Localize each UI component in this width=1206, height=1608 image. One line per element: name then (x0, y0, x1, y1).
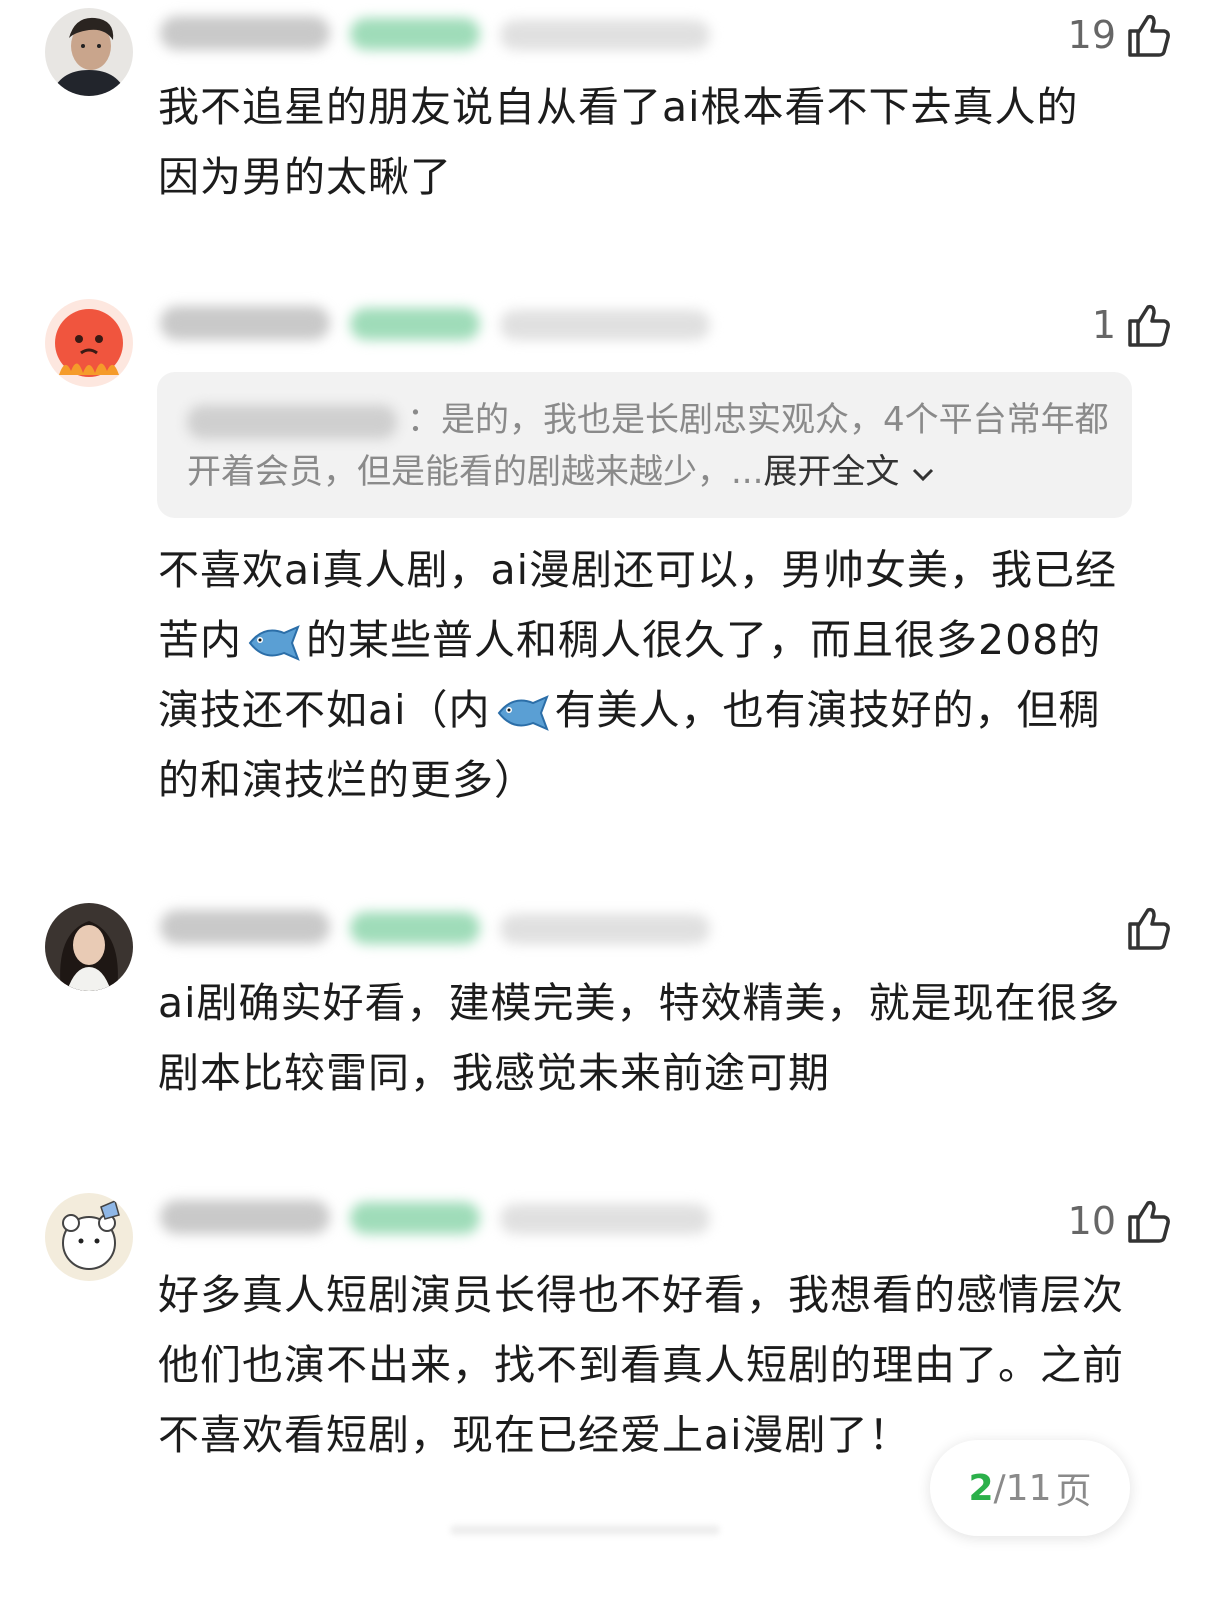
like-button[interactable]: 1 (1092, 300, 1172, 350)
avatar[interactable] (45, 903, 133, 991)
thumbs-up-icon (1128, 304, 1170, 347)
fish-emoji-icon (497, 695, 549, 731)
quoted-username (187, 404, 397, 439)
avatar[interactable] (45, 1193, 133, 1281)
comment-text: 不喜欢ai真人剧，ai漫剧还可以，男帅女美，我已经苦内 的某些普人和稠人很久了，而… (158, 546, 1118, 804)
comment-text: ai剧确实好看，建模完美，特效精美，就是现在很多剧本比较雷同，我感觉未来前途可期 (158, 979, 1121, 1097)
reply-separator: ： (407, 400, 441, 440)
like-button[interactable]: 10 (1068, 1196, 1172, 1246)
like-button[interactable]: 19 (1068, 10, 1172, 60)
thumbs-up-icon (1128, 907, 1170, 950)
comment-text: 好多真人短剧演员长得也不好看，我想看的感情层次他们也演不出来，找不到看真人短剧的… (158, 1271, 1124, 1459)
quoted-reply[interactable]: ：是的，我也是长剧忠实观众，4个平台常年都开着会员，但是能看的剧越来越少，...… (157, 372, 1132, 518)
thumbs-up-icon (1128, 1200, 1170, 1243)
comment-text: 我不追星的朋友说自从看了ai根本看不下去真人的 因为男的太瞅了 (158, 83, 1079, 201)
expand-full-text[interactable]: 展开全文 (763, 452, 899, 492)
avatar[interactable] (45, 299, 133, 387)
page-unit: 页 (1055, 1471, 1092, 1512)
watermark (450, 1525, 720, 1535)
current-page: 2 (968, 1467, 994, 1509)
avatar[interactable] (45, 8, 133, 96)
like-count: 10 (1067, 1199, 1116, 1243)
like-count: 1 (1091, 303, 1116, 347)
thumbs-up-icon (1128, 14, 1170, 57)
chevron-down-icon[interactable] (910, 464, 936, 484)
total-pages: /11 (993, 1467, 1052, 1509)
like-count: 19 (1067, 13, 1116, 57)
like-button[interactable] (1116, 903, 1172, 953)
fish-emoji-icon (248, 625, 300, 661)
page-indicator[interactable]: 2/11 页 (930, 1440, 1130, 1536)
